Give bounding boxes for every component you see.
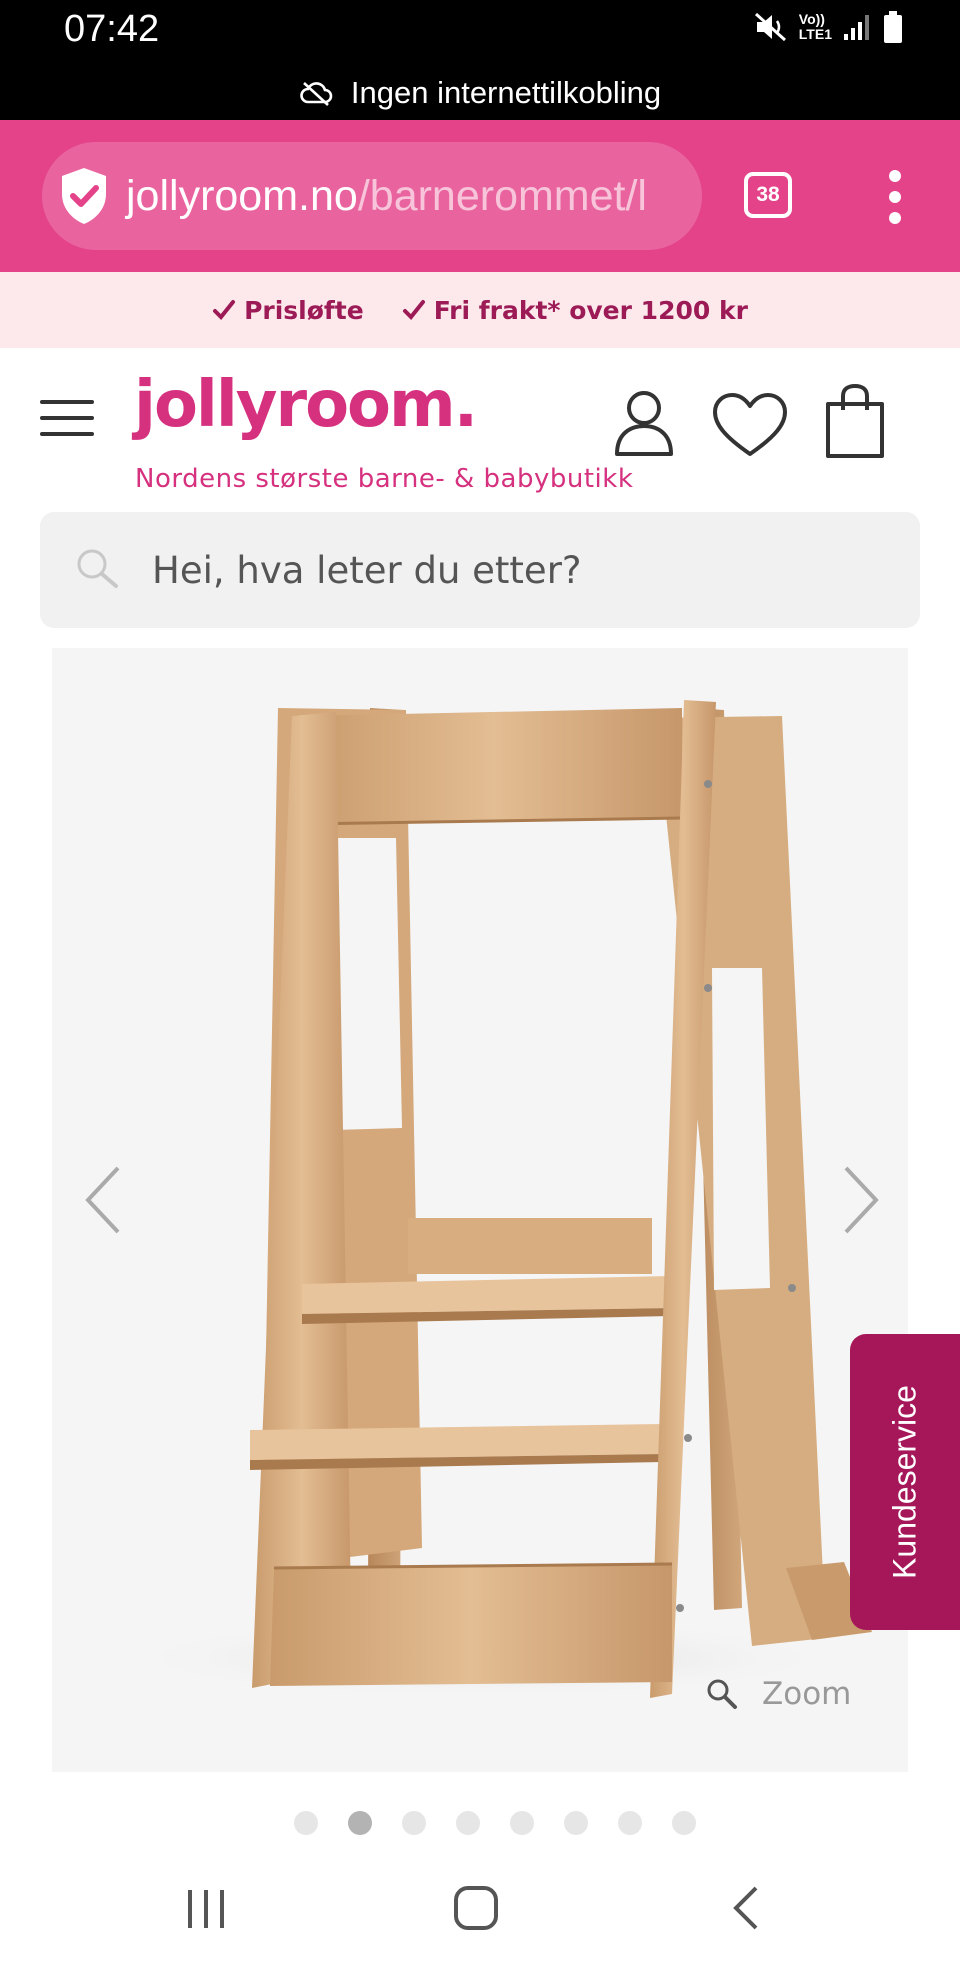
status-icons: Vo)) LTE1 <box>753 10 904 44</box>
status-time: 07:42 <box>64 8 160 50</box>
carousel-dot[interactable] <box>402 1811 426 1835</box>
magnifier-icon <box>707 1679 737 1709</box>
signal-icon <box>844 15 869 40</box>
carousel-dot[interactable] <box>564 1811 588 1835</box>
recent-apps-icon[interactable] <box>184 1880 228 1936</box>
logo[interactable]: jollyroom. <box>134 368 478 442</box>
zoom-label: Zoom <box>762 1676 852 1712</box>
battery-icon <box>884 11 902 43</box>
carousel-dot[interactable] <box>294 1811 318 1835</box>
mute-icon <box>754 12 786 42</box>
promo-item-price-promise: Prisløfte <box>212 296 364 325</box>
url-path: /barnerommet/l <box>357 171 647 220</box>
lte-label: Vo)) LTE1 <box>798 11 832 42</box>
browser-toolbar: jollyroom.no/barnerommet/l 38 <box>0 120 960 272</box>
shield-check-icon <box>62 168 106 224</box>
offline-banner: Ingen internettilkobling <box>0 66 960 120</box>
shopping-bag-icon[interactable] <box>824 384 886 458</box>
checkmark-icon <box>213 300 236 320</box>
system-navigation-bar <box>0 1852 960 1973</box>
back-icon[interactable] <box>726 1880 766 1936</box>
product-image[interactable] <box>52 648 908 1772</box>
url-domain: jollyroom.no <box>126 171 358 220</box>
menu-icon[interactable] <box>40 400 94 440</box>
promo-item-free-shipping: Fri frakt* over 1200 kr <box>402 296 748 325</box>
more-options-icon[interactable] <box>880 168 910 226</box>
carousel-dot[interactable] <box>456 1811 480 1835</box>
carousel-dot-active[interactable] <box>348 1811 372 1835</box>
zoom-button[interactable]: Zoom <box>706 1676 851 1712</box>
customer-service-label: Kundeservice <box>886 1385 923 1579</box>
tab-switcher-button[interactable]: 38 <box>744 172 792 218</box>
customer-service-tab[interactable]: Kundeservice <box>850 1334 960 1630</box>
search-icon <box>77 549 118 588</box>
carousel-dot[interactable] <box>672 1811 696 1835</box>
url-bar[interactable]: jollyroom.no/barnerommet/l <box>42 142 702 250</box>
tagline: Nordens største barne- & babybutikk <box>135 464 634 494</box>
promo-strip: Prisløfte Fri frakt* over 1200 kr <box>0 272 960 348</box>
heart-icon[interactable] <box>712 392 788 458</box>
offline-text: Ingen internettilkobling <box>350 75 662 110</box>
cloud-off-icon <box>300 82 333 106</box>
previous-image-arrow-icon[interactable] <box>74 1160 134 1240</box>
carousel-dot[interactable] <box>618 1811 642 1835</box>
site-header: jollyroom. Nordens største barne- & baby… <box>0 348 960 508</box>
url-text: jollyroom.no/barnerommet/l <box>126 172 647 221</box>
image-carousel-dots <box>294 1811 696 1835</box>
status-bar: 07:42 Vo)) LTE1 <box>0 0 960 66</box>
next-image-arrow-icon[interactable] <box>830 1160 890 1240</box>
user-icon[interactable] <box>612 388 676 458</box>
product-photo-learning-tower <box>122 700 872 1698</box>
checkmark-icon <box>402 300 425 320</box>
search-box[interactable] <box>40 512 920 628</box>
search-input[interactable] <box>152 512 872 628</box>
carousel-dot[interactable] <box>510 1811 534 1835</box>
home-icon[interactable] <box>452 1880 500 1936</box>
